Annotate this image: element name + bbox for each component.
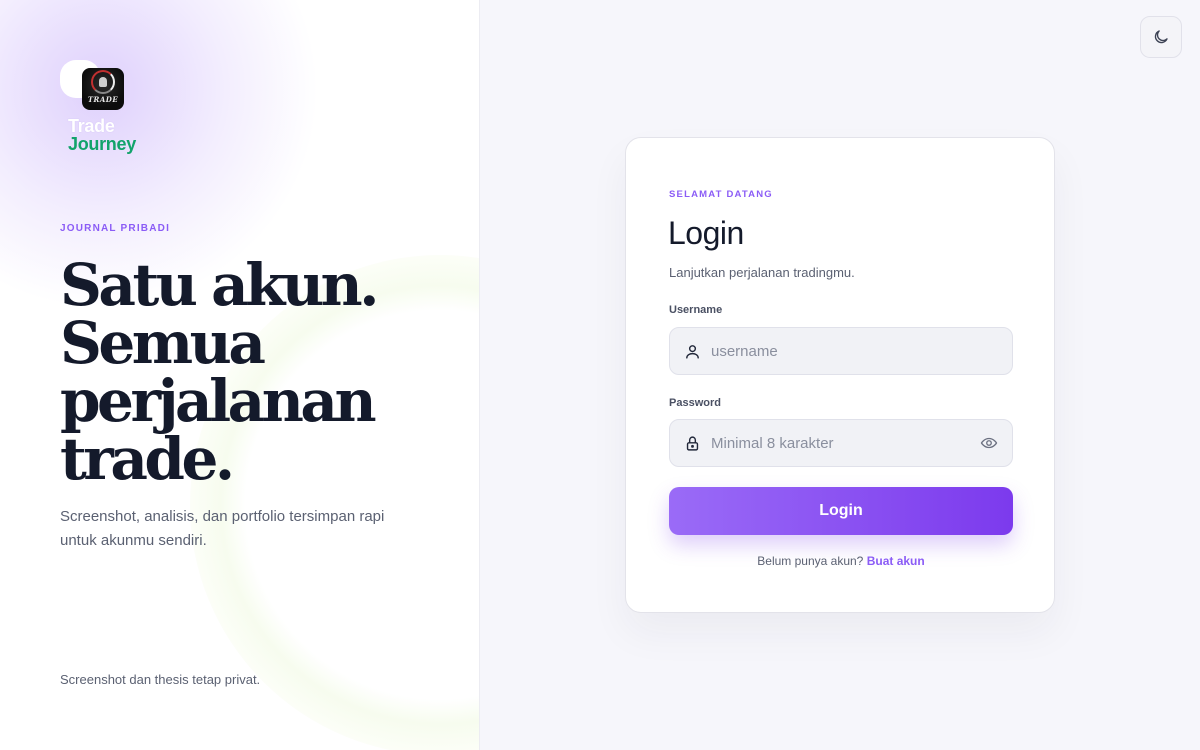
password-field [669,419,1013,467]
create-account-link[interactable]: Buat akun [867,554,925,568]
username-label: Username [669,304,723,316]
headline-line: trade. [60,425,235,493]
username-input[interactable] [711,342,998,360]
login-lead: Lanjutkan perjalanan tradingmu. [669,265,855,280]
logo-image: TRADE [82,68,124,110]
signup-prompt: Belum punya akun? Buat akun [626,554,1056,568]
signup-prompt-text: Belum punya akun? [757,554,864,568]
headline-line: perjalanan [60,367,377,435]
username-field [669,327,1013,375]
password-input[interactable] [711,434,980,452]
logo-emblem-icon [91,70,115,94]
login-button[interactable]: Login [669,487,1013,535]
login-card: SELAMAT DATANG Login Lanjutkan perjalana… [625,137,1055,613]
password-label: Password [669,397,721,409]
brand-name-line2: Journey [68,134,136,154]
theme-toggle-button[interactable] [1140,16,1182,58]
privacy-footnote: Screenshot dan thesis tetap privat. [60,672,261,687]
headline-line: Satu akun. [60,251,379,319]
user-icon [686,344,699,359]
moon-icon [1154,30,1168,44]
hero-panel: TRADE Trade Journey JOURNAL PRIBADI Satu… [0,0,480,750]
logo-text: TRADE [87,95,119,104]
login-title: Login [668,215,744,251]
hero-headline: Satu akun. Semua perjalanan trade. [60,256,460,488]
hero-subtext: Screenshot, analisis, dan portfolio ters… [60,508,385,549]
hero-eyebrow: JOURNAL PRIBADI [60,223,171,234]
card-eyebrow: SELAMAT DATANG [669,189,773,200]
brand-name-line1: Trade [68,116,115,136]
headline-line: Semua [60,309,266,377]
lock-icon [686,435,699,451]
brand-name: Trade Journey [68,117,136,153]
eye-icon[interactable] [980,434,998,452]
